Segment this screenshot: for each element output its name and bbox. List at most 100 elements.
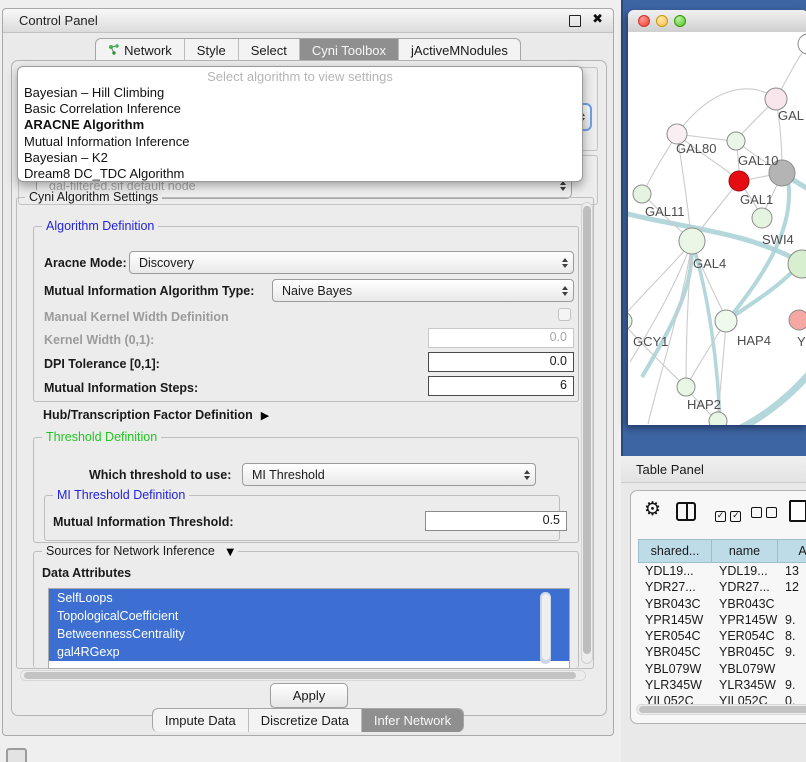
- network-node-gcy1[interactable]: [628, 312, 632, 330]
- tab-cyni-toolbox[interactable]: Cyni Toolbox: [299, 39, 398, 61]
- scrollbar-thumb[interactable]: [583, 206, 591, 654]
- aracne-mode-combobox[interactable]: Discovery: [129, 251, 574, 274]
- network-window-titlebar[interactable]: [628, 10, 806, 33]
- table-cell[interactable]: 12: [778, 579, 806, 595]
- hub-transcription-section-toggle[interactable]: Hub/Transcription Factor Definition▶: [43, 408, 269, 422]
- table-cell[interactable]: [778, 661, 806, 677]
- table-cell[interactable]: YPR145W: [638, 612, 712, 628]
- minimize-traffic-light[interactable]: [656, 15, 668, 27]
- split-columns-icon[interactable]: [676, 502, 696, 521]
- network-node[interactable]: [752, 208, 772, 228]
- document-icon[interactable]: [789, 500, 806, 522]
- dpi-tolerance-field[interactable]: 0.0: [428, 352, 574, 372]
- table-row[interactable]: YBR043CYBR043C: [638, 596, 806, 612]
- manual-kernel-width-checkbox[interactable]: [558, 308, 571, 321]
- network-node[interactable]: [798, 34, 806, 54]
- table-cell[interactable]: 8.: [778, 628, 806, 644]
- scrollbar-thumb[interactable]: [24, 672, 576, 679]
- algorithm-option[interactable]: ARACNE Algorithm: [18, 117, 582, 133]
- table-cell[interactable]: YBL079W: [712, 661, 778, 677]
- collapse-arrow-icon[interactable]: ▼: [226, 547, 234, 558]
- table-cell[interactable]: YBR045C: [712, 644, 778, 660]
- gear-icon[interactable]: ⚙: [644, 499, 661, 519]
- table-cell[interactable]: YDR27...: [638, 579, 712, 595]
- apply-button[interactable]: Apply: [270, 683, 348, 708]
- table-row[interactable]: YLR345WYLR345W9.: [638, 677, 806, 693]
- algorithm-option[interactable]: Bayesian – Hill Climbing: [18, 85, 582, 101]
- algorithm-option[interactable]: Basic Correlation Inference: [18, 101, 582, 117]
- table-panel-titlebar[interactable]: Table Panel: [621, 456, 806, 483]
- expand-arrow-icon[interactable]: ▶: [261, 409, 269, 422]
- network-node[interactable]: [709, 412, 727, 425]
- column-header[interactable]: name: [712, 539, 778, 563]
- tab-network[interactable]: Network: [96, 39, 184, 61]
- tab-style[interactable]: Style: [184, 39, 238, 61]
- table-cell[interactable]: YLR345W: [712, 677, 778, 693]
- network-node-gal11[interactable]: [633, 185, 651, 203]
- deselect-all-checks-icon[interactable]: [751, 505, 777, 523]
- table-cell[interactable]: 9.: [778, 644, 806, 660]
- algorithm-option[interactable]: Mutual Information Inference: [18, 134, 582, 150]
- table-cell[interactable]: YDL19...: [638, 563, 712, 579]
- tab-impute-data[interactable]: Impute Data: [153, 709, 248, 732]
- network-node-y[interactable]: [789, 310, 806, 330]
- table-row[interactable]: YDR27...YDR27...12: [638, 579, 806, 595]
- tab-discretize-data[interactable]: Discretize Data: [248, 709, 361, 732]
- table-cell[interactable]: 13: [778, 563, 806, 579]
- select-all-checks-icon[interactable]: ✓ ✓: [715, 505, 741, 523]
- table-row[interactable]: YBL079WYBL079W: [638, 661, 806, 677]
- network-node-gal10[interactable]: [727, 132, 745, 150]
- scrollbar-thumb[interactable]: [542, 594, 550, 660]
- mi-threshold-field[interactable]: 0.5: [425, 511, 567, 531]
- attributes-list-scrollbar[interactable]: [540, 592, 551, 664]
- close-icon[interactable]: ✖: [592, 12, 603, 27]
- settings-vertical-scrollbar[interactable]: [581, 202, 593, 664]
- close-traffic-light[interactable]: [638, 15, 650, 27]
- table-row[interactable]: YDL19...YDL19...13: [638, 563, 806, 579]
- table-cell[interactable]: YBR045C: [638, 644, 712, 660]
- network-canvas[interactable]: GALGAL80GAL10GAL1GAL11SWI4GAL4GCY1HAP4YH…: [628, 32, 806, 425]
- network-node-hap4[interactable]: [715, 310, 737, 332]
- settings-horizontal-scrollbar[interactable]: [20, 670, 586, 681]
- table-cell[interactable]: YDL19...: [712, 563, 778, 579]
- table-cell[interactable]: 9.: [778, 677, 806, 693]
- table-cell[interactable]: YPR145W: [712, 612, 778, 628]
- kernel-width-field[interactable]: 0.0: [428, 328, 574, 348]
- table-row[interactable]: YER054CYER054C8.: [638, 628, 806, 644]
- tab-infer-network[interactable]: Infer Network: [361, 709, 463, 732]
- tab-jactivemnodules[interactable]: jActiveMNodules: [398, 39, 520, 61]
- table-cell[interactable]: YLR345W: [638, 677, 712, 693]
- table-row[interactable]: YPR145WYPR145W9.: [638, 612, 806, 628]
- data-attribute-item[interactable]: BetweennessCentrality: [49, 625, 569, 643]
- table-cell[interactable]: 9.: [778, 612, 806, 628]
- data-attribute-item[interactable]: gal4RGexp: [49, 643, 569, 661]
- network-node-gal1[interactable]: [729, 171, 749, 191]
- table-cell[interactable]: YBL079W: [638, 661, 712, 677]
- float-window-icon[interactable]: [569, 15, 581, 27]
- network-node-gal[interactable]: [765, 88, 787, 110]
- table-row[interactable]: YBR045CYBR045C9.: [638, 644, 806, 660]
- data-attribute-item[interactable]: SelfLoops: [49, 589, 569, 607]
- collapsed-panel-icon[interactable]: [6, 748, 27, 762]
- zoom-traffic-light[interactable]: [674, 15, 686, 27]
- data-attributes-list[interactable]: SelfLoopsTopologicalCoefficientBetweenne…: [48, 588, 570, 669]
- mi-steps-field[interactable]: 6: [428, 376, 574, 396]
- network-node-hap2[interactable]: [677, 378, 695, 396]
- table-cell[interactable]: YBR043C: [712, 596, 778, 612]
- mi-algorithm-type-combobox[interactable]: Naive Bayes: [272, 279, 574, 302]
- table-cell[interactable]: YBR043C: [638, 596, 712, 612]
- network-node-gal4[interactable]: [679, 228, 705, 254]
- table-cell[interactable]: YDR27...: [712, 579, 778, 595]
- table-cell[interactable]: YER054C: [712, 628, 778, 644]
- table-cell[interactable]: YER054C: [638, 628, 712, 644]
- column-header[interactable]: shared...: [638, 539, 712, 563]
- scrollbar-thumb[interactable]: [639, 706, 806, 713]
- algorithm-option[interactable]: Bayesian – K2: [18, 150, 582, 166]
- column-header[interactable]: A: [778, 539, 806, 563]
- tab-select[interactable]: Select: [238, 39, 299, 61]
- table-horizontal-scrollbar[interactable]: [636, 704, 806, 715]
- data-attribute-item[interactable]: TopologicalCoefficient: [49, 607, 569, 625]
- which-threshold-combobox[interactable]: MI Threshold: [242, 463, 536, 486]
- algorithm-option[interactable]: Dream8 DC_TDC Algorithm: [18, 166, 582, 182]
- control-panel-titlebar[interactable]: Control Panel ✖: [3, 9, 613, 33]
